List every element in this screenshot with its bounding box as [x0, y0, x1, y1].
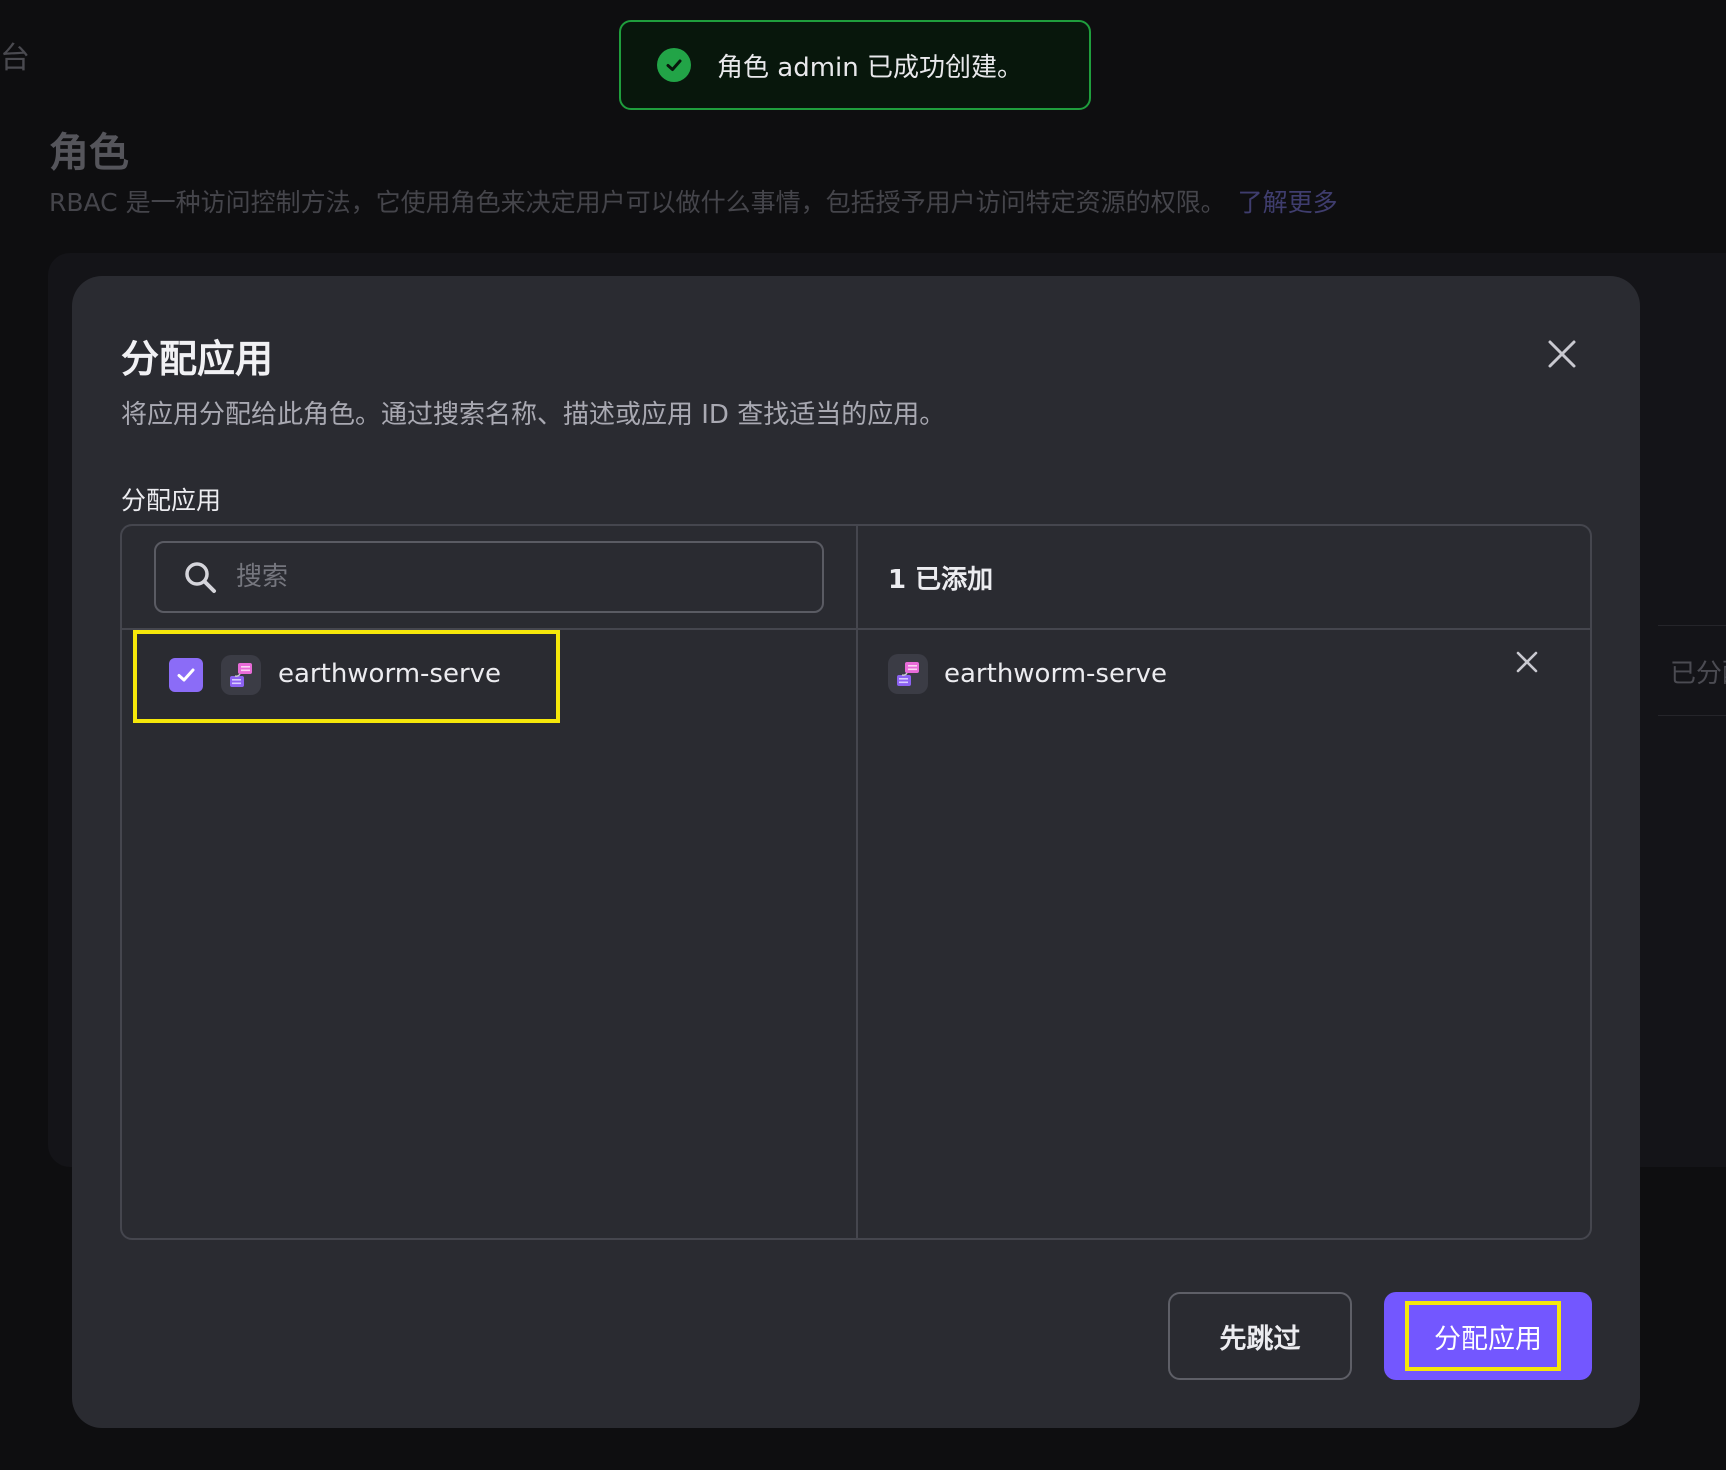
transfer-divider [856, 526, 858, 1238]
card-divider [1658, 715, 1726, 716]
app-checkbox[interactable] [169, 658, 203, 692]
selected-app-item: earthworm-serve [888, 639, 1568, 709]
app-icon [888, 654, 928, 694]
page-title: 角色 [49, 130, 129, 176]
app-icon [221, 655, 261, 695]
skip-button[interactable]: 先跳过 [1168, 1292, 1352, 1380]
success-toast: 角色 admin 已成功创建。 [619, 20, 1091, 110]
selected-count: 1 已添加 [888, 565, 994, 595]
assign-apps-button[interactable]: 分配应用 [1384, 1292, 1592, 1380]
app-name: earthworm-serve [278, 659, 502, 689]
page-description: RBAC 是一种访问控制方法，它使用角色来决定用户可以做什么事情，包括授予用户访… [49, 183, 1338, 219]
checkmark-icon [177, 668, 195, 682]
available-app-item[interactable]: earthworm-serve [133, 630, 559, 722]
toast-message: 角色 admin 已成功创建。 [717, 52, 1023, 83]
search-icon [185, 562, 216, 593]
assign-apps-dialog: 分配应用 将应用分配给此角色。通过搜索名称、描述或应用 ID 查找适当的应用。 … [72, 276, 1640, 1428]
app-transfer-list: 1 已添加 [120, 524, 1592, 1240]
dialog-subtitle: 将应用分配给此角色。通过搜索名称、描述或应用 ID 查找适当的应用。 [121, 400, 946, 430]
page-description-text: RBAC 是一种访问控制方法，它使用角色来决定用户可以做什么事情，包括授予用户访… [49, 188, 1226, 217]
dialog-title: 分配应用 [121, 337, 274, 381]
remove-app-icon[interactable] [1512, 647, 1542, 677]
card-divider [1658, 625, 1726, 626]
page: 台 角色 RBAC 是一种访问控制方法，它使用角色来决定用户可以做什么事情，包括… [0, 0, 1726, 1470]
check-circle-icon [657, 48, 691, 82]
breadcrumb: 台 [0, 41, 30, 76]
tab-assigned[interactable]: 已分配 [1658, 653, 1726, 690]
selected-app-name: earthworm-serve [944, 659, 1168, 689]
assign-apps-label: 分配应用 [121, 486, 222, 515]
learn-more-link[interactable]: 了解更多 [1238, 188, 1338, 217]
search-box[interactable] [154, 541, 824, 613]
search-input[interactable] [234, 561, 822, 593]
close-icon[interactable] [1542, 334, 1582, 374]
